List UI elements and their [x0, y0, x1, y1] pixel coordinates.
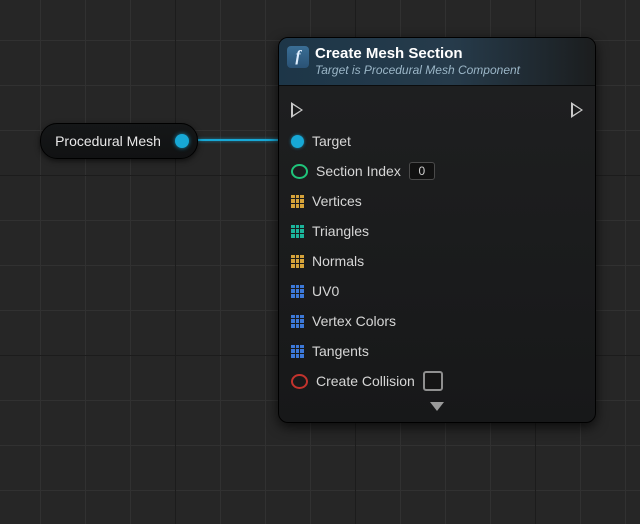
exec-output-pin[interactable]	[571, 102, 583, 118]
input-label-section-index: Section Index	[316, 163, 401, 179]
node-variable-procedural-mesh[interactable]: Procedural Mesh	[40, 123, 198, 159]
input-pin-uv0[interactable]	[291, 285, 304, 298]
input-pin-vertices[interactable]	[291, 195, 304, 208]
node-title: Create Mesh Section	[315, 45, 583, 63]
input-pin-tangents[interactable]	[291, 345, 304, 358]
chevron-down-icon	[430, 402, 444, 411]
wire-proceduralmesh-to-target	[190, 139, 288, 141]
input-label-uv0: UV0	[312, 283, 339, 299]
input-label-triangles: Triangles	[312, 223, 369, 239]
exec-input-pin[interactable]	[291, 102, 303, 118]
input-label-target: Target	[312, 133, 351, 149]
input-label-vertex-colors: Vertex Colors	[312, 313, 396, 329]
input-pin-section-index[interactable]	[291, 164, 308, 179]
input-pin-create-collision[interactable]	[291, 374, 308, 389]
input-label-create-collision: Create Collision	[316, 373, 415, 389]
function-icon: f	[287, 46, 309, 68]
input-default-section-index[interactable]: 0	[409, 162, 435, 180]
node-create-mesh-section[interactable]: f Create Mesh Section Target is Procedur…	[278, 37, 596, 423]
node-body: Target Section Index 0 Vertices Triangle…	[279, 86, 595, 422]
input-pin-target[interactable]	[291, 135, 304, 148]
input-label-normals: Normals	[312, 253, 364, 269]
input-label-tangents: Tangents	[312, 343, 369, 359]
output-pin-procedural-mesh[interactable]	[175, 134, 189, 148]
input-pin-normals[interactable]	[291, 255, 304, 268]
expand-node-button[interactable]	[291, 396, 583, 416]
input-checkbox-create-collision[interactable]	[423, 371, 443, 391]
input-pin-triangles[interactable]	[291, 225, 304, 238]
input-label-vertices: Vertices	[312, 193, 362, 209]
node-header[interactable]: f Create Mesh Section Target is Procedur…	[279, 38, 595, 86]
variable-label: Procedural Mesh	[41, 133, 175, 149]
input-pin-vertex-colors[interactable]	[291, 315, 304, 328]
blueprint-canvas[interactable]: Procedural Mesh f Create Mesh Section Ta…	[0, 0, 640, 524]
node-subtitle: Target is Procedural Mesh Component	[315, 63, 583, 78]
